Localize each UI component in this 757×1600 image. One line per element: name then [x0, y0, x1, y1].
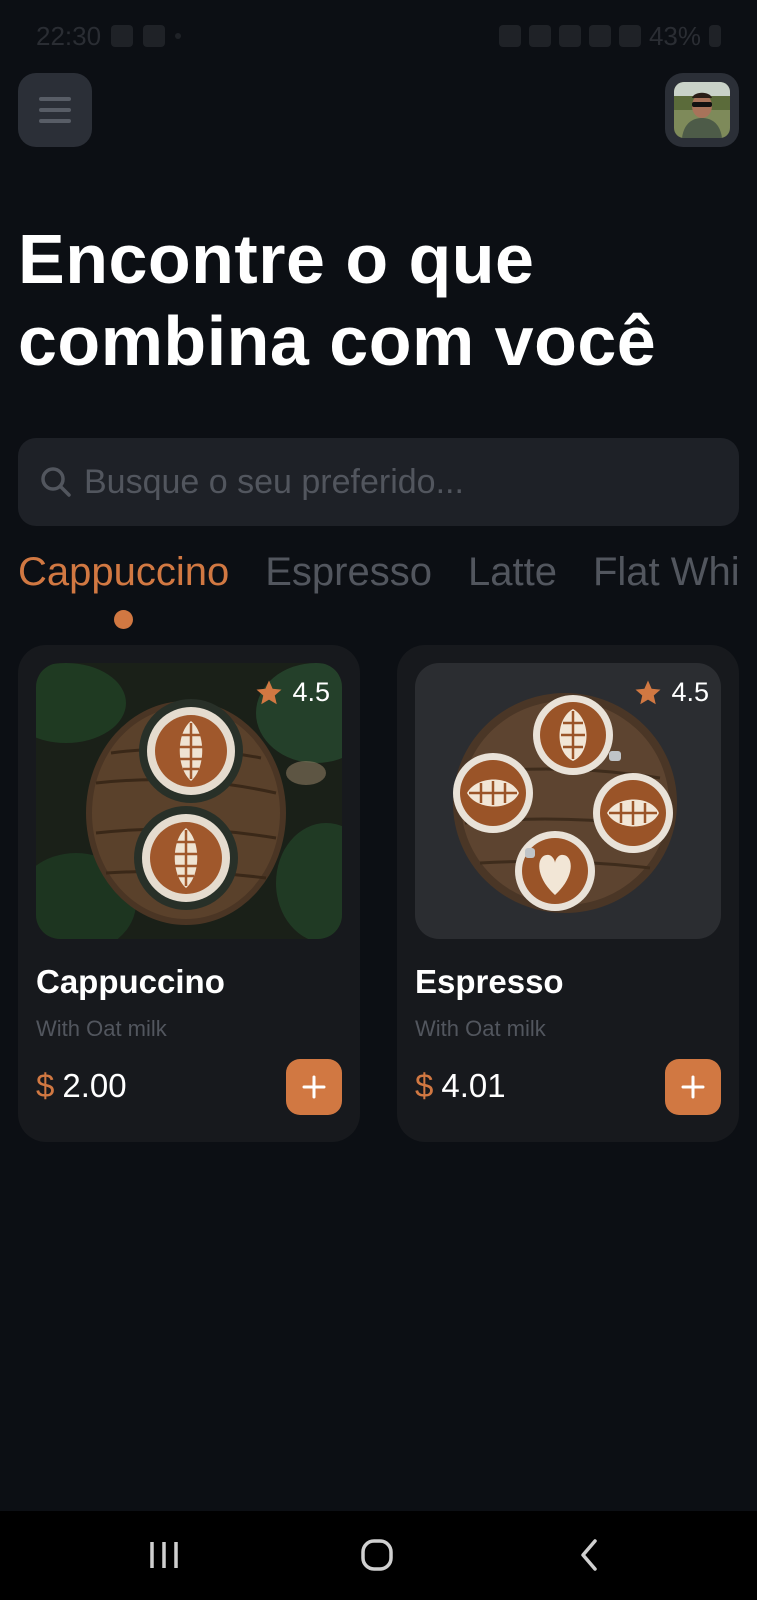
product-image: 4.5	[36, 663, 342, 939]
tab-label: Espresso	[265, 550, 432, 594]
rating-badge: 4.5	[633, 677, 709, 708]
page-title: Encontre o que combina com você	[18, 218, 718, 382]
signal-icon	[618, 25, 641, 47]
tab-flat-white[interactable]: Flat White	[593, 550, 739, 595]
menu-button[interactable]	[18, 73, 92, 147]
hamburger-icon-bar	[39, 108, 71, 112]
star-icon	[256, 680, 282, 704]
plus-icon	[681, 1075, 705, 1099]
home-icon	[361, 1539, 393, 1571]
tab-label: Latte	[468, 550, 557, 594]
tab-cappuccino[interactable]: Cappuccino	[18, 550, 230, 629]
rating-value: 4.5	[671, 677, 709, 707]
product-subtitle: With Oat milk	[415, 1016, 546, 1041]
tab-label: Flat White	[592, 550, 739, 594]
currency-symbol: $	[36, 1067, 55, 1104]
tab-espresso[interactable]: Espresso	[265, 550, 432, 595]
title-line-2: combina com você	[18, 302, 657, 380]
search-input[interactable]	[84, 462, 684, 502]
hamburger-icon	[39, 97, 71, 101]
recent-apps-button[interactable]	[142, 1533, 186, 1577]
category-tabs: Cappuccino Espresso Latte Flat White	[18, 550, 739, 630]
rating-value: 4.5	[292, 677, 330, 707]
search-icon	[41, 467, 71, 497]
product-price: $2.00	[36, 1067, 127, 1105]
wifi-icon	[588, 25, 611, 47]
product-image: 4.5	[415, 663, 721, 939]
status-bar: 22:30 43%	[0, 0, 757, 72]
product-card-cappuccino[interactable]: 4.5 Cappuccino With Oat milk $2.00	[18, 645, 360, 1142]
product-name: Espresso	[415, 963, 564, 1000]
tab-label: Cappuccino	[18, 550, 230, 594]
back-button[interactable]	[567, 1533, 611, 1577]
price-value: 4.01	[441, 1067, 506, 1104]
mute-icon	[558, 25, 581, 47]
search-bar[interactable]	[18, 438, 739, 526]
notification-icon	[111, 25, 134, 47]
system-navigation-bar	[0, 1511, 757, 1600]
profile-button[interactable]	[665, 73, 739, 147]
product-subtitle: With Oat milk	[36, 1016, 167, 1041]
hamburger-icon-bar	[39, 119, 71, 123]
plus-icon	[302, 1075, 326, 1099]
status-right: 43%	[498, 20, 721, 52]
app-icon	[143, 25, 166, 47]
battery-icon	[709, 25, 721, 47]
active-tab-indicator	[113, 610, 133, 629]
rating-badge: 4.5	[254, 677, 330, 708]
currency-symbol: $	[415, 1067, 434, 1104]
status-left: 22:30	[36, 20, 182, 52]
more-notifications-icon	[175, 33, 182, 39]
title-line-1: Encontre o que	[18, 220, 535, 298]
status-time: 22:30	[36, 20, 102, 51]
price-value: 2.00	[62, 1067, 127, 1104]
product-card-espresso[interactable]: 4.5 Espresso With Oat milk $4.01	[397, 645, 739, 1142]
recent-apps-icon	[150, 1542, 178, 1568]
add-to-cart-button[interactable]	[286, 1059, 342, 1115]
battery-level: 43%	[648, 20, 701, 51]
product-price: $4.01	[415, 1067, 506, 1105]
back-icon	[581, 1539, 597, 1571]
alarm-icon	[498, 25, 521, 47]
add-to-cart-button[interactable]	[665, 1059, 721, 1115]
product-name: Cappuccino	[36, 963, 225, 1000]
bluetooth-icon	[528, 25, 551, 47]
home-button[interactable]	[355, 1533, 399, 1577]
user-avatar	[674, 82, 730, 138]
star-icon	[635, 680, 661, 704]
tab-latte[interactable]: Latte	[468, 550, 557, 595]
